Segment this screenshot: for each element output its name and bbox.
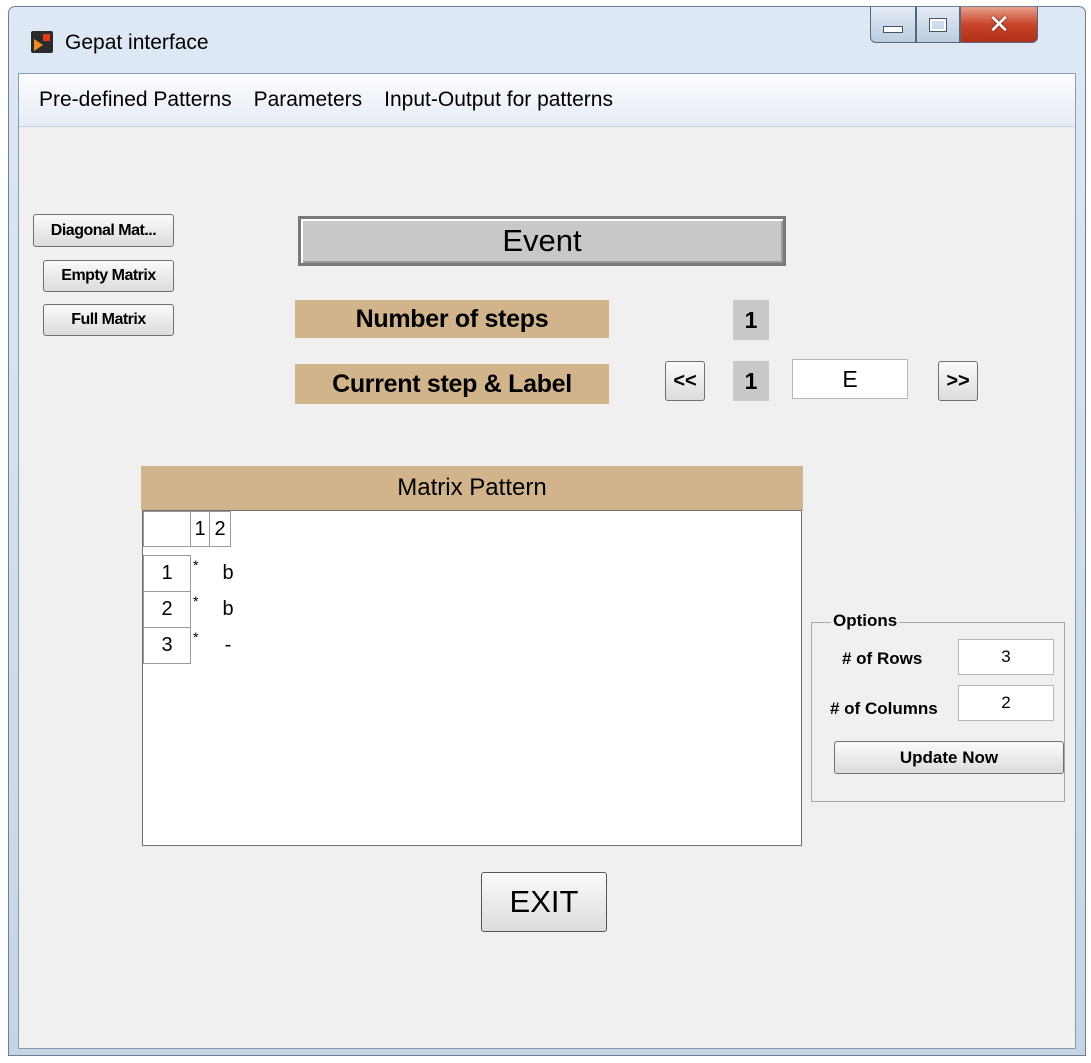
step-label-field[interactable]: E (792, 359, 908, 399)
table-cell-3-2[interactable]: - (217, 627, 239, 664)
maximize-icon (929, 17, 947, 32)
close-button[interactable]: ✕ (960, 7, 1038, 43)
row-header-2[interactable]: 2 (143, 591, 191, 628)
row-marker-2: * (193, 593, 199, 609)
previous-step-button[interactable]: << (665, 361, 705, 401)
app-window: Gepat interface ✕ Pre-defined Patterns P… (8, 6, 1086, 1056)
matrix-pattern-table[interactable]: 1 2 1 * b 2 * b 3 * - (142, 510, 802, 846)
window-title: Gepat interface (65, 31, 209, 54)
number-of-steps-label: Number of steps (295, 300, 609, 338)
options-panel: Options # of Rows 3 # of Columns 2 Updat… (811, 611, 1065, 802)
update-now-button[interactable]: Update Now (834, 741, 1064, 774)
rows-input[interactable]: 3 (958, 639, 1054, 675)
column-header-1[interactable]: 1 (190, 511, 210, 547)
next-step-button[interactable]: >> (938, 361, 978, 401)
row-marker-1: * (193, 557, 199, 573)
row-header-3[interactable]: 3 (143, 627, 191, 664)
minimize-icon (883, 26, 903, 33)
menu-bar: Pre-defined Patterns Parameters Input-Ou… (19, 74, 1075, 127)
event-title-box: Event (298, 216, 786, 266)
columns-input[interactable]: 2 (958, 685, 1054, 721)
number-of-steps-value: 1 (733, 300, 769, 340)
maximize-button[interactable] (916, 7, 960, 43)
exit-button[interactable]: EXIT (481, 872, 607, 932)
current-step-label: Current step & Label (295, 364, 609, 404)
table-cell-1-2[interactable]: b (217, 555, 239, 592)
figure-client-area: Pre-defined Patterns Parameters Input-Ou… (18, 73, 1076, 1049)
menu-parameters[interactable]: Parameters (244, 84, 373, 116)
menu-predefined-patterns[interactable]: Pre-defined Patterns (29, 84, 242, 116)
column-header-2[interactable]: 2 (209, 511, 231, 547)
menu-input-output[interactable]: Input-Output for patterns (374, 84, 623, 116)
current-step-value: 1 (733, 361, 769, 401)
close-icon: ✕ (988, 9, 1010, 40)
columns-label: # of Columns (830, 699, 938, 718)
full-matrix-button[interactable]: Full Matrix (43, 304, 174, 336)
matlab-app-icon (31, 31, 53, 53)
rows-label: # of Rows (842, 649, 923, 668)
diagonal-matrix-button[interactable]: Diagonal Mat... (33, 214, 174, 247)
title-bar[interactable]: Gepat interface ✕ (9, 7, 1085, 73)
empty-matrix-button[interactable]: Empty Matrix (43, 260, 174, 292)
minimize-button[interactable] (870, 7, 916, 43)
table-cell-2-2[interactable]: b (217, 591, 239, 628)
row-marker-3: * (193, 629, 199, 645)
matrix-pattern-title: Matrix Pattern (141, 466, 803, 510)
table-corner-cell (143, 511, 191, 547)
options-legend: Options (831, 611, 900, 631)
row-header-1[interactable]: 1 (143, 555, 191, 592)
